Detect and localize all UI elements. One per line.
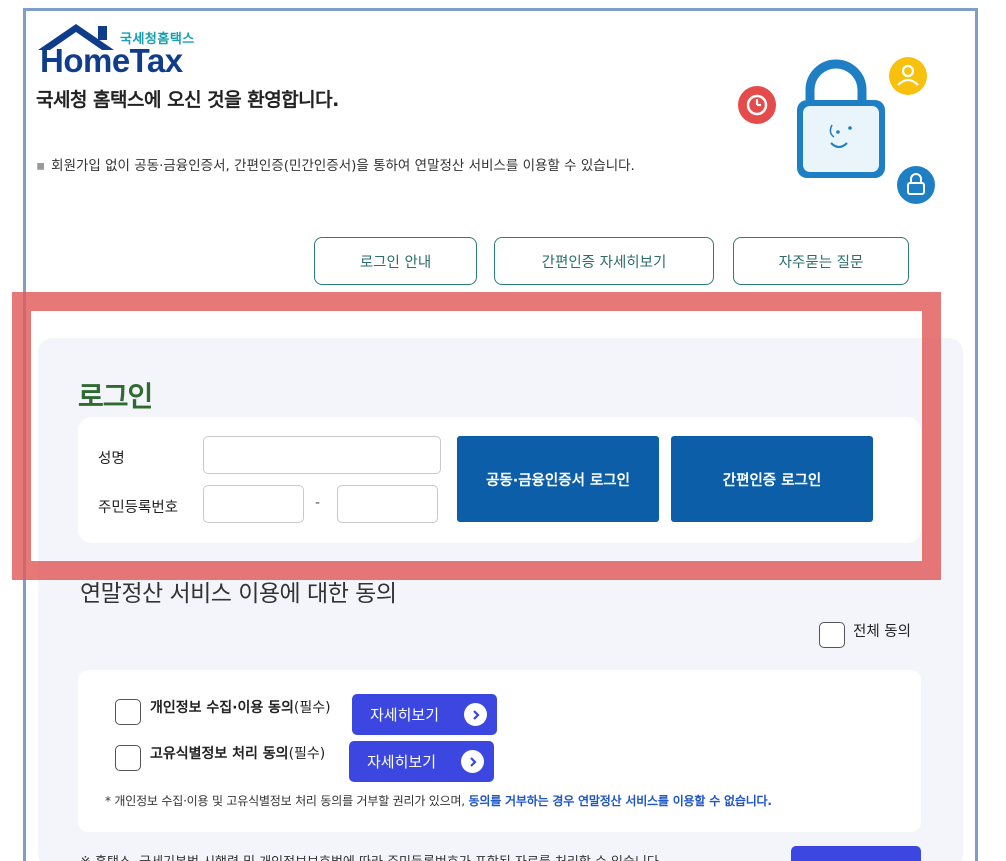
rrn-label: 주민등록번호 <box>98 500 179 516</box>
privacy-detail-label: 자세히보기 <box>370 706 440 724</box>
unique-id-agree-title: 고유식별정보 처리 동의 <box>150 746 289 762</box>
bullet-icon: ▪ <box>36 158 46 174</box>
bottom-notice: ※ 홈택스, 국세기본법 시행령 및 개인정보보호법에 따라 주민등록번호가 포… <box>80 851 663 861</box>
unique-id-detail-button[interactable]: 자세히보기 <box>349 741 494 782</box>
privacy-detail-button[interactable]: 자세히보기 <box>352 694 497 735</box>
fineprint-highlight: 동의를 거부하는 경우 연말정산 서비스를 이용할 수 없습니다. <box>468 794 772 808</box>
agreement-title: 연말정산 서비스 이용에 대한 동의 <box>80 581 397 607</box>
lock-illustration <box>735 55 935 215</box>
agreement-fineprint: * 개인정보 수집·이용 및 고유식별정보 처리 동의를 거부할 권리가 있으며… <box>105 792 772 809</box>
name-input[interactable] <box>203 436 441 474</box>
logo-title: HomeTax <box>40 42 183 79</box>
rrn-back-input[interactable] <box>337 485 438 523</box>
bottom-detail-button[interactable] <box>791 846 921 861</box>
privacy-agree-checkbox[interactable] <box>115 699 141 725</box>
unique-id-agree-label[interactable]: 고유식별정보 처리 동의(필수) <box>150 743 325 763</box>
simple-auth-detail-button[interactable]: 간편인증 자세히보기 <box>494 237 714 285</box>
fineprint-normal: * 개인정보 수집·이용 및 고유식별정보 처리 동의를 거부할 권리가 있으며… <box>105 794 469 808</box>
chevron-right-icon <box>461 750 484 773</box>
rrn-dash: - <box>315 495 321 511</box>
notice-label: 회원가입 없이 공동·금융인증서, 간편인증(민간인증서)을 통하여 연말정산 … <box>51 158 635 174</box>
unique-id-agree-required: (필수) <box>288 746 326 762</box>
all-agree-checkbox[interactable] <box>819 622 845 648</box>
faq-button[interactable]: 자주묻는 질문 <box>733 237 909 285</box>
privacy-agree-required: (필수) <box>293 700 331 716</box>
login-guide-button[interactable]: 로그인 안내 <box>314 237 477 285</box>
unique-id-detail-label: 자세히보기 <box>367 753 437 771</box>
all-agree-label[interactable]: 전체 동의 <box>853 620 911 641</box>
privacy-agree-label[interactable]: 개인정보 수집·이용 동의(필수) <box>150 697 331 717</box>
cert-login-button[interactable]: 공동·금융인증서 로그인 <box>457 436 659 522</box>
welcome-heading: 국세청 홈택스에 오신 것을 환영합니다. <box>36 89 339 111</box>
simple-auth-login-button[interactable]: 간편인증 로그인 <box>671 436 873 522</box>
rrn-front-input[interactable] <box>203 485 304 523</box>
name-label: 성명 <box>98 451 125 467</box>
chevron-right-icon <box>464 703 487 726</box>
privacy-agree-title: 개인정보 수집·이용 동의 <box>150 700 294 716</box>
unique-id-agree-checkbox[interactable] <box>115 745 141 771</box>
notice-text: ▪ 회원가입 없이 공동·금융인증서, 간편인증(민간인증서)을 통하여 연말정산… <box>36 154 635 174</box>
login-title: 로그인 <box>78 380 153 413</box>
